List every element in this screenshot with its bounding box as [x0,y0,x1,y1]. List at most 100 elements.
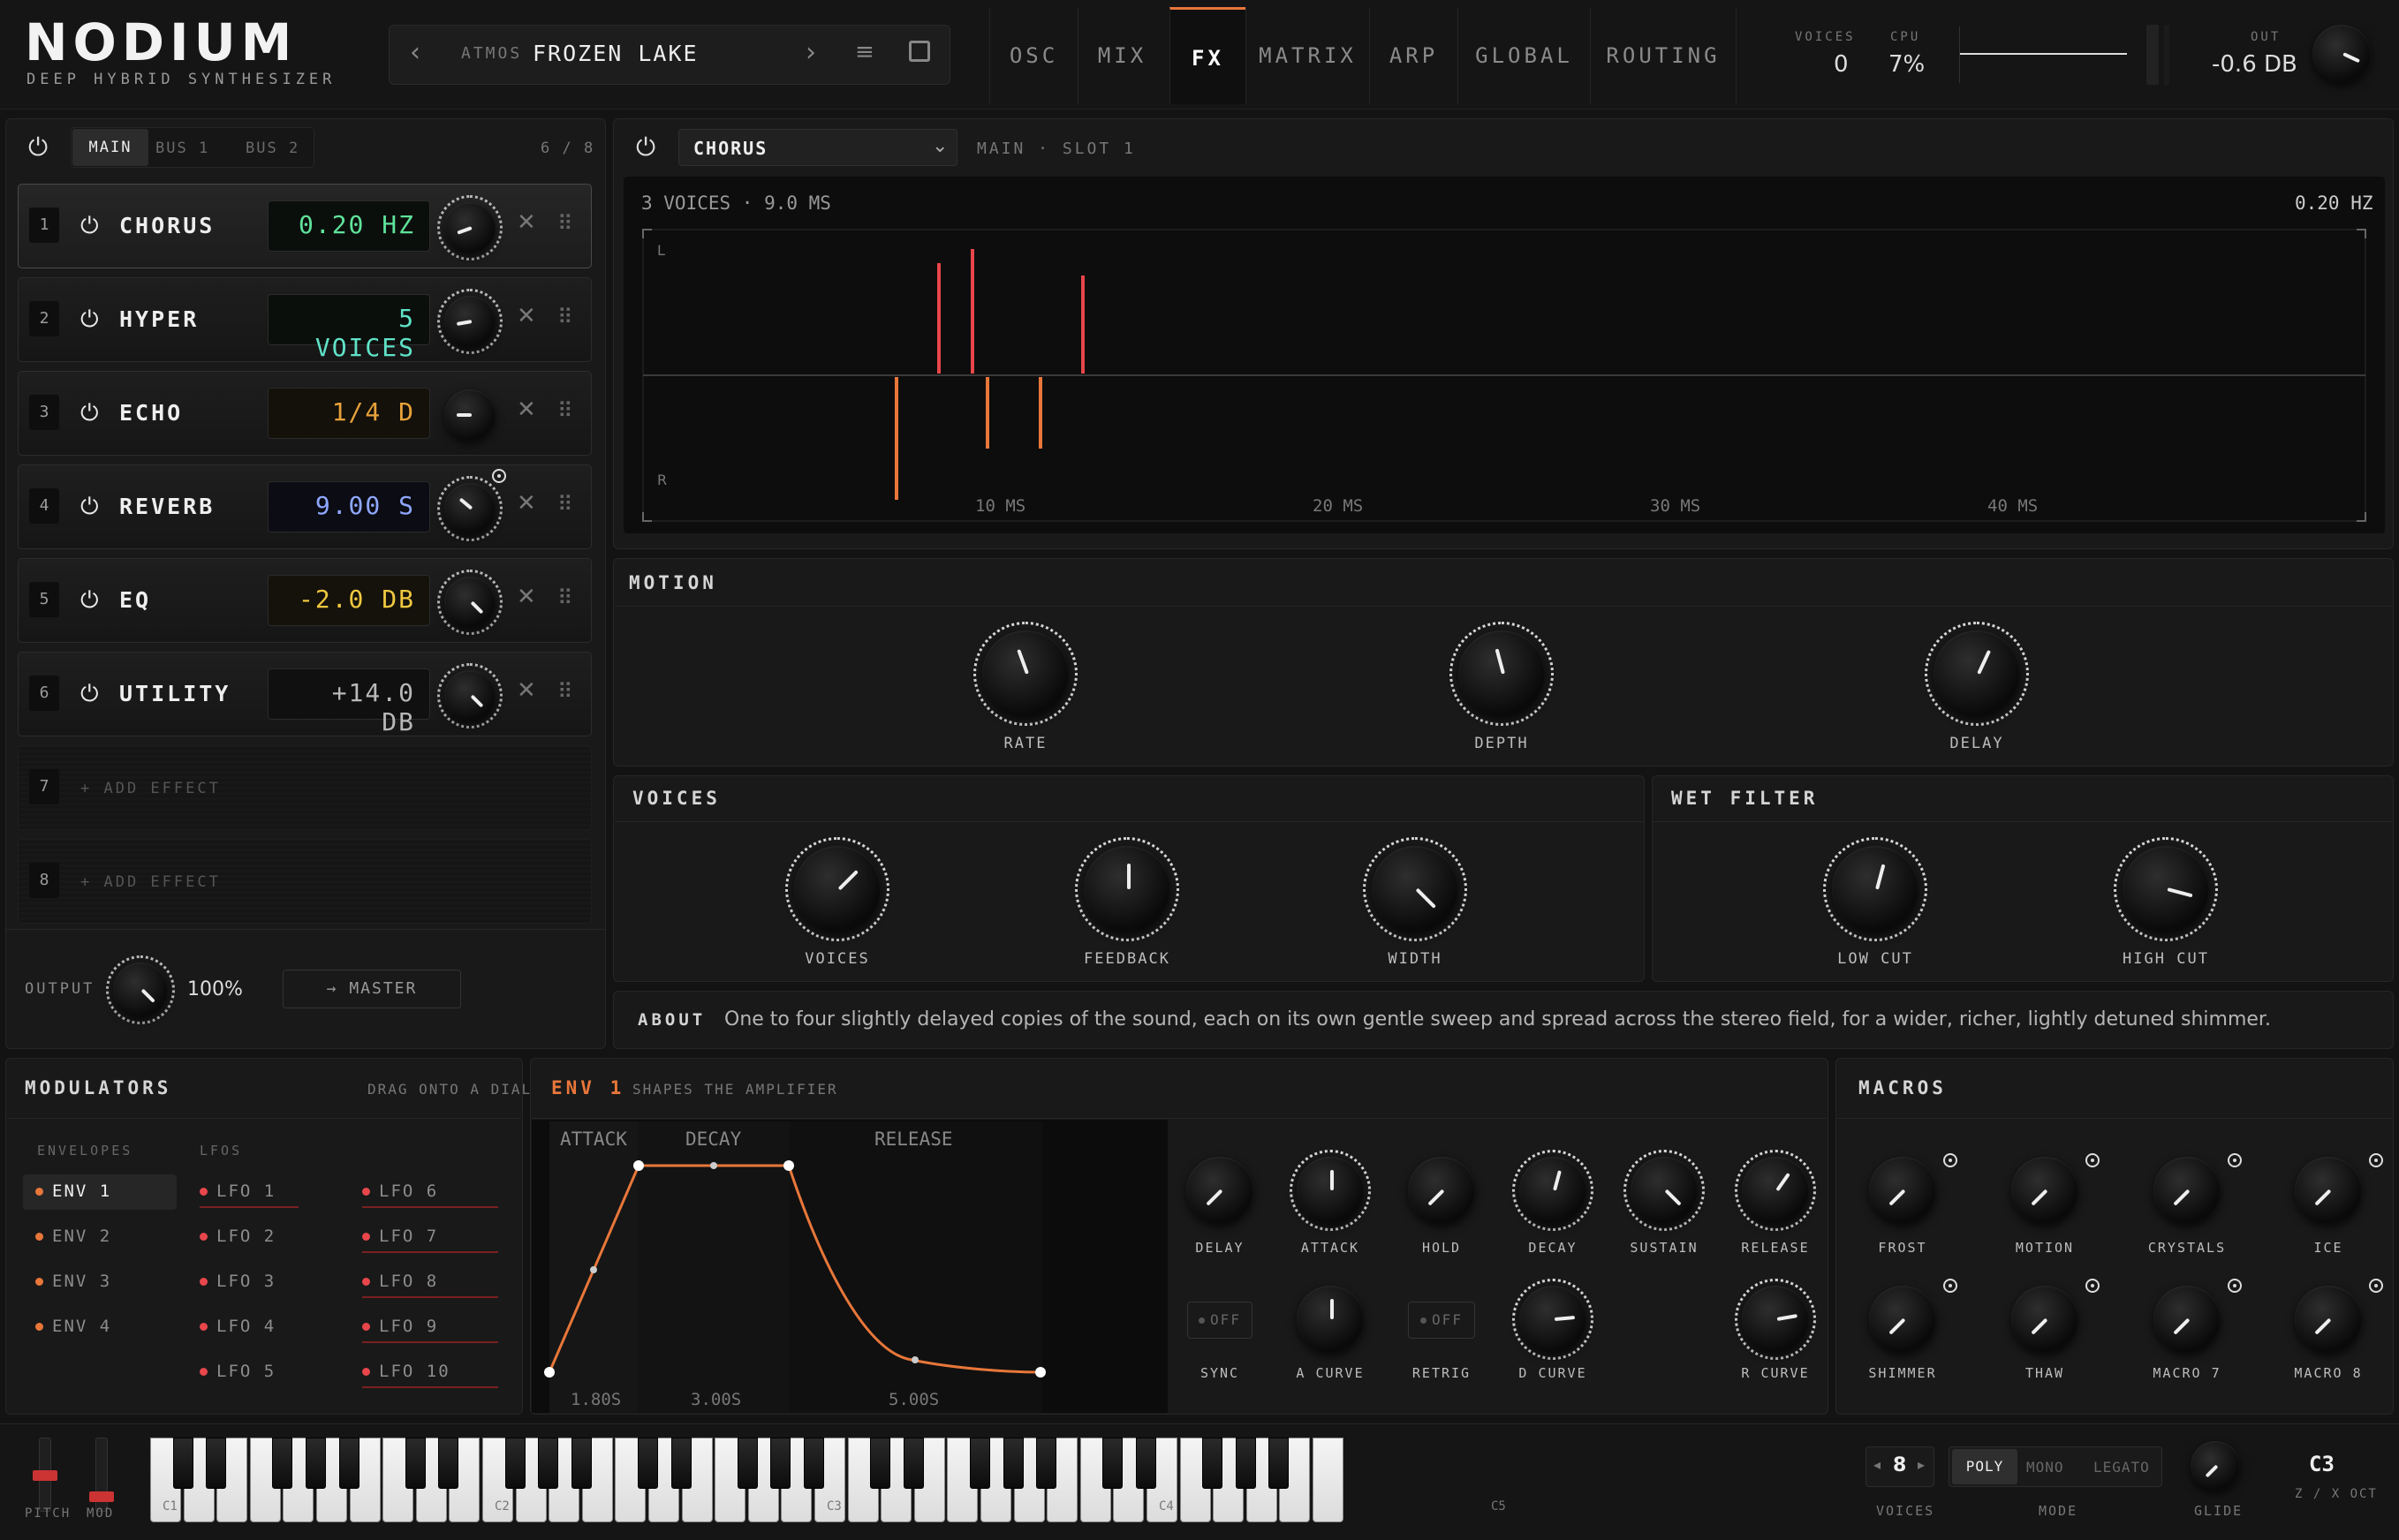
voice-count-stepper[interactable]: ◂ 8 ▸ [1865,1446,1934,1487]
master-volume-knob[interactable] [2312,25,2371,83]
a-curve-knob[interactable] [1297,1286,1364,1353]
macro-motion-knob[interactable] [2011,1157,2078,1224]
high-cut-knob[interactable] [2123,846,2209,932]
black-key[interactable] [571,1438,592,1489]
tab-osc[interactable]: OSC [989,7,1078,104]
bus-tab-2[interactable]: BUS 2 [246,140,299,157]
env-decay-knob[interactable] [1519,1157,1586,1224]
effect-select[interactable]: CHORUS ⌄ [678,129,957,166]
mod-target-icon[interactable] [2369,1279,2383,1293]
tab-routing[interactable]: ROUTING [1590,7,1737,104]
black-key[interactable] [172,1438,193,1489]
remove-slot-icon[interactable]: ✕ [517,396,536,423]
mod-lfo-5[interactable]: LFO 5 [200,1362,299,1381]
black-key[interactable] [438,1438,459,1489]
slot-power-icon[interactable]: ⏻ [80,681,99,708]
env-sustain-knob[interactable] [1631,1157,1698,1224]
mode-poly[interactable]: POLY [1952,1449,2017,1484]
remove-slot-icon[interactable]: ✕ [517,490,536,517]
slot-power-icon[interactable]: ⏻ [80,306,99,334]
black-key[interactable] [306,1438,326,1489]
black-key[interactable] [1036,1438,1057,1489]
tab-global[interactable]: GLOBAL [1457,7,1590,104]
bus-tab-main[interactable]: MAIN [72,129,148,166]
route-master-button[interactable]: → MASTER [283,970,461,1008]
mod-lfo-7[interactable]: LFO 7 [362,1227,498,1253]
fx-slot-empty[interactable]: 7 + ADD EFFECT [18,745,592,830]
mod-lfo-1[interactable]: LFO 1 [200,1181,299,1208]
mod-lfo-3[interactable]: LFO 3 [200,1272,299,1291]
mod-target-icon[interactable] [2228,1279,2242,1293]
preset-name[interactable]: FROZEN LAKE [533,41,699,66]
drag-handle-icon[interactable]: ⠿ [557,398,573,423]
slot-knob[interactable] [444,577,496,628]
tab-fx[interactable]: FX [1169,7,1245,104]
slot-knob[interactable] [444,296,496,347]
slot-knob[interactable] [444,202,496,253]
slot-power-icon[interactable]: ⏻ [80,213,99,240]
black-key[interactable] [338,1438,359,1489]
macro-frost-knob[interactable] [1869,1157,1936,1224]
fx-slot-reverb[interactable]: 4 ⏻ REVERB 9.00 S ✕ ⠿ [18,464,592,549]
black-key[interactable] [1202,1438,1223,1489]
mod-env-3[interactable]: ENV 3 [35,1272,111,1291]
black-key[interactable] [1235,1438,1256,1489]
black-key[interactable] [804,1438,824,1489]
save-preset-icon[interactable] [909,41,930,62]
mod-target-icon[interactable] [1943,1153,1957,1167]
next-preset-icon[interactable]: › [806,37,816,68]
mod-target-icon[interactable] [492,469,506,483]
black-key[interactable] [272,1438,293,1489]
mod-lfo-10[interactable]: LFO 10 [362,1362,498,1388]
bus-tab-1[interactable]: BUS 1 [155,140,209,157]
remove-slot-icon[interactable]: ✕ [517,209,536,236]
white-key[interactable] [1313,1438,1343,1522]
preset-list-icon[interactable]: ≡ [855,39,874,65]
macro-crystals-knob[interactable] [2153,1157,2221,1224]
drag-handle-icon[interactable]: ⠿ [557,585,573,610]
mod-lfo-4[interactable]: LFO 4 [200,1317,299,1336]
fx-slot-empty[interactable]: 8 + ADD EFFECT [18,839,592,924]
retrig-toggle[interactable]: OFF [1408,1302,1475,1339]
slot-knob[interactable] [444,389,496,441]
mod-target-icon[interactable] [2369,1153,2383,1167]
mod-lfo-6[interactable]: LFO 6 [362,1181,498,1208]
black-key[interactable] [903,1438,924,1489]
rack-output-knob[interactable] [113,962,168,1017]
env-attack-knob[interactable] [1297,1157,1364,1224]
prev-preset-icon[interactable]: ‹ [410,37,420,68]
slot-power-icon[interactable]: ⏻ [80,400,99,427]
mod-env-1[interactable]: ENV 1 [35,1181,111,1201]
fx-slot-hyper[interactable]: 2 ⏻ HYPER 5 VOICES ✕ ⠿ [18,277,592,362]
fx-slot-chorus[interactable]: 1 ⏻ CHORUS 0.20 HZ ✕ ⠿ [18,184,592,268]
fx-slot-eq[interactable]: 5 ⏻ EQ -2.0 DB ✕ ⠿ [18,558,592,643]
black-key[interactable] [1003,1438,1024,1489]
mod-env-2[interactable]: ENV 2 [35,1227,111,1246]
rate-knob[interactable] [982,630,1069,717]
slot-knob[interactable] [444,670,496,721]
black-key[interactable] [737,1438,758,1489]
fx-slot-echo[interactable]: 3 ⏻ ECHO 1/4 D ✕ ⠿ [18,371,592,456]
low-cut-knob[interactable] [1832,846,1918,932]
d-curve-knob[interactable] [1519,1286,1586,1353]
remove-slot-icon[interactable]: ✕ [517,677,536,704]
decrement-icon[interactable]: ◂ [1873,1456,1881,1473]
black-key[interactable] [970,1438,990,1489]
glide-knob[interactable] [2191,1441,2240,1491]
black-key[interactable] [638,1438,658,1489]
feedback-knob[interactable] [1084,846,1170,932]
black-key[interactable] [1102,1438,1124,1489]
r-curve-knob[interactable] [1742,1286,1809,1353]
remove-slot-icon[interactable]: ✕ [517,303,536,329]
voices-knob[interactable] [794,846,881,932]
mod-env-4[interactable]: ENV 4 [35,1317,111,1336]
tab-mix[interactable]: MIX [1078,7,1166,104]
env-hold-knob[interactable] [1408,1157,1475,1224]
black-key[interactable] [670,1438,692,1489]
mod-target-icon[interactable] [2085,1279,2100,1293]
mod-lfo-2[interactable]: LFO 2 [200,1227,299,1246]
mod-target-icon[interactable] [2228,1153,2242,1167]
drag-handle-icon[interactable]: ⠿ [557,679,573,704]
rack-power-icon[interactable]: ⏻ [28,132,48,162]
slot-knob[interactable] [444,483,496,534]
